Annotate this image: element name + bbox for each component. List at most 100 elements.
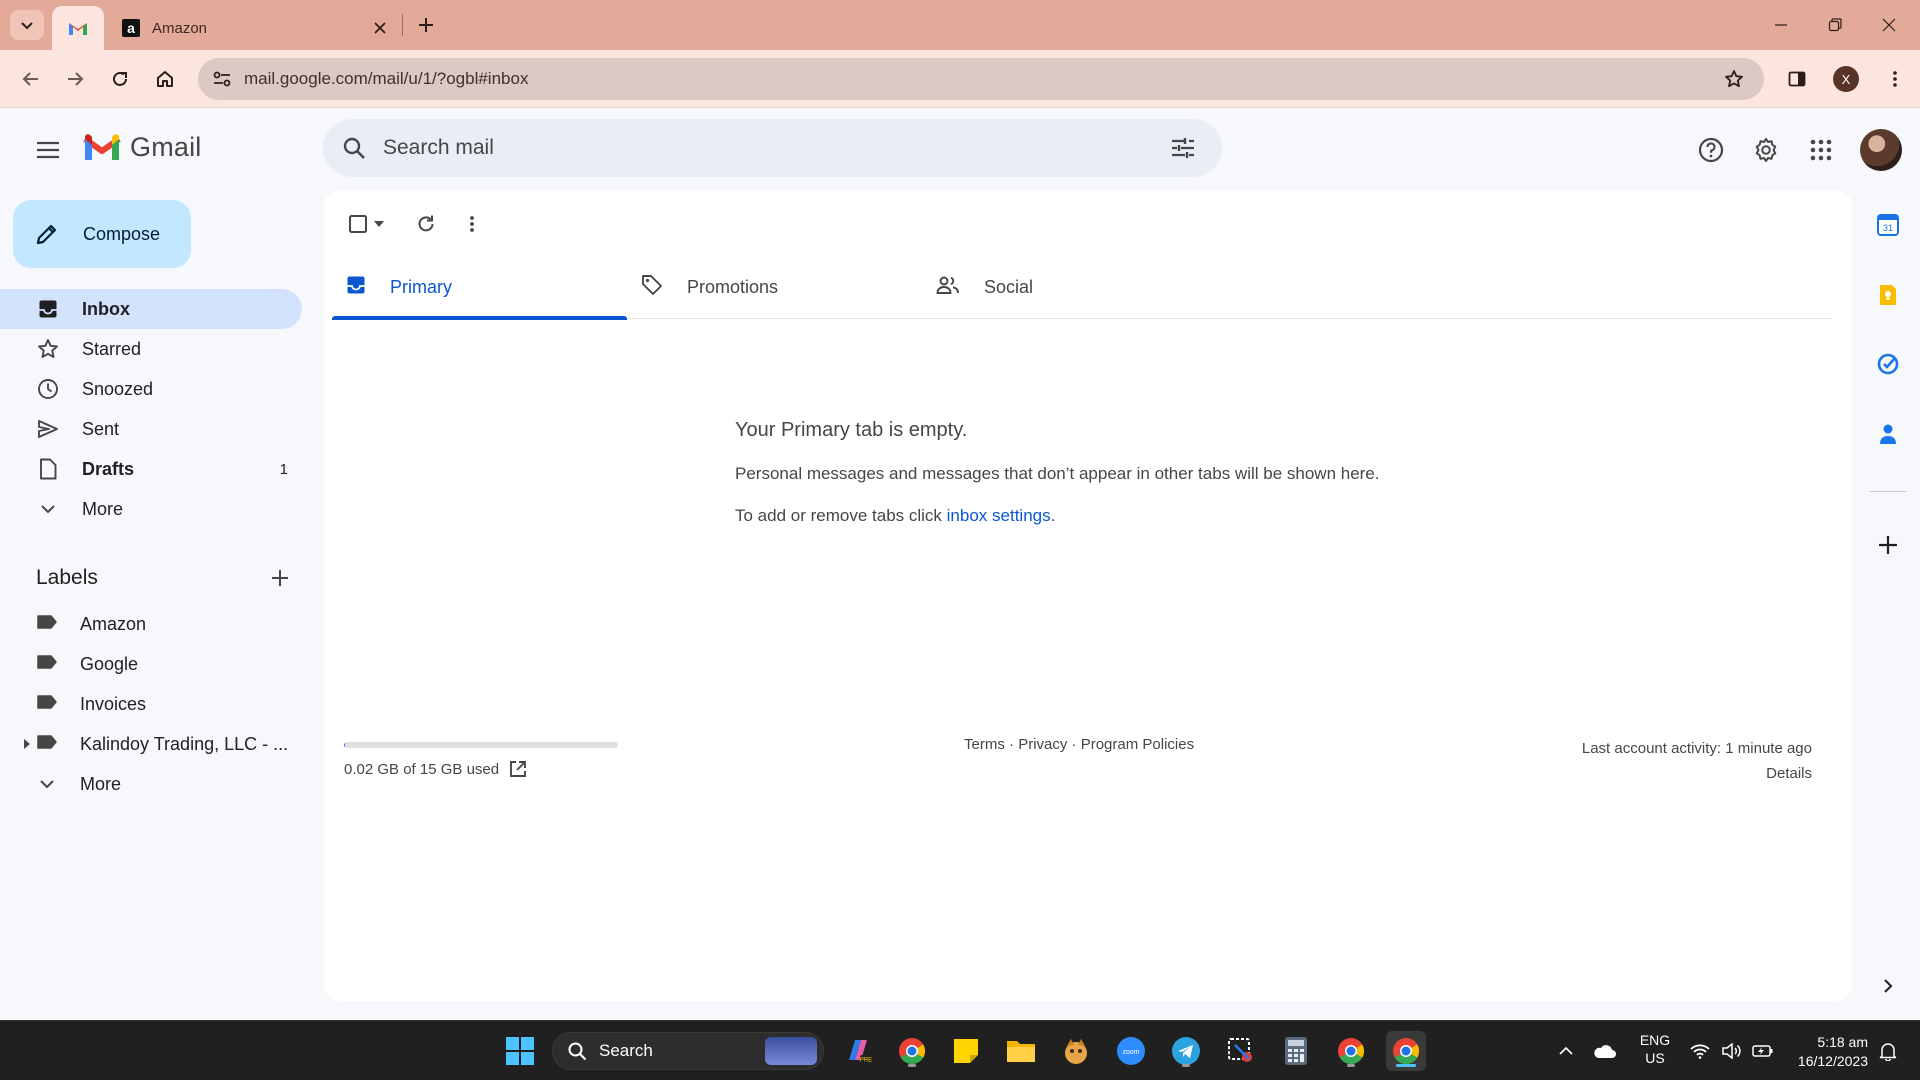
taskbar-telegram[interactable] xyxy=(1166,1031,1206,1071)
hide-side-panel-button[interactable] xyxy=(1868,966,1908,1006)
label-item-kalindoy[interactable]: Kalindoy Trading, LLC - ... xyxy=(0,724,302,764)
back-button[interactable] xyxy=(14,62,48,96)
tab-primary[interactable]: Primary xyxy=(332,256,627,320)
sidebar-item-inbox[interactable]: Inbox xyxy=(0,289,302,329)
browser-tab-amazon[interactable]: a Amazon xyxy=(112,6,402,50)
account-avatar[interactable] xyxy=(1860,129,1902,171)
taskbar-zoom[interactable]: zoom xyxy=(1111,1031,1151,1071)
create-label-button[interactable] xyxy=(262,560,298,596)
browser-tab-gmail[interactable] xyxy=(52,6,104,50)
forward-button[interactable] xyxy=(58,62,92,96)
manage-storage-button[interactable] xyxy=(509,760,527,778)
taskbar-app-character[interactable] xyxy=(1056,1031,1096,1071)
label-item-google[interactable]: Google xyxy=(0,644,302,684)
notifications-button[interactable] xyxy=(1870,1031,1906,1071)
main-menu-button[interactable] xyxy=(24,126,72,174)
cloud-icon xyxy=(1594,1045,1616,1058)
sidebar-item-sent[interactable]: Sent xyxy=(0,409,302,449)
amazon-icon: a xyxy=(122,19,140,37)
taskbar-calculator[interactable] xyxy=(1276,1031,1316,1071)
support-button[interactable] xyxy=(1687,126,1735,174)
search-input[interactable] xyxy=(383,136,1154,160)
taskbar-chrome-2[interactable] xyxy=(1331,1031,1371,1071)
compose-button[interactable]: Compose xyxy=(13,200,191,268)
privacy-link[interactable]: Privacy xyxy=(1018,736,1067,753)
gmail-logo[interactable]: Gmail xyxy=(82,132,202,163)
select-all-checkbox[interactable] xyxy=(340,204,392,244)
restore-button[interactable] xyxy=(1808,0,1862,50)
more-actions-button[interactable] xyxy=(452,204,492,244)
settings-button[interactable] xyxy=(1742,126,1790,174)
taskbar-search[interactable]: Search xyxy=(552,1032,824,1070)
search-button[interactable] xyxy=(325,136,383,160)
running-indicator xyxy=(1347,1064,1355,1067)
onedrive-button[interactable] xyxy=(1586,1031,1622,1071)
activity-details-link[interactable]: Details xyxy=(1582,761,1812,786)
tab-social[interactable]: Social xyxy=(922,256,1217,319)
terms-link[interactable]: Terms xyxy=(964,736,1005,753)
side-panel-button[interactable] xyxy=(1780,62,1814,96)
site-info-button[interactable] xyxy=(202,58,242,100)
close-tab-button[interactable] xyxy=(366,14,394,42)
close-window-button[interactable] xyxy=(1862,0,1916,50)
battery-icon xyxy=(1752,1045,1773,1057)
tag-icon xyxy=(641,274,663,301)
search-bar xyxy=(323,119,1222,177)
sidebar-item-more[interactable]: More xyxy=(0,489,302,529)
label-item-invoices[interactable]: Invoices xyxy=(0,684,302,724)
tab-search-button[interactable] xyxy=(10,10,44,40)
hint-suffix: . xyxy=(1050,506,1056,525)
side-panel-icon xyxy=(1788,71,1806,87)
app-character-icon xyxy=(1065,1039,1087,1064)
minimize-button[interactable] xyxy=(1754,0,1808,50)
taskbar-chrome-1[interactable] xyxy=(892,1031,932,1071)
draft-icon xyxy=(36,457,60,481)
browser-profile-avatar[interactable]: X xyxy=(1833,66,1859,92)
quick-settings-button[interactable] xyxy=(1684,1031,1780,1071)
taskbar-copilot[interactable]: PRE xyxy=(838,1031,878,1071)
unread-count: 1 xyxy=(279,460,288,478)
get-addons-button[interactable] xyxy=(1868,525,1908,565)
start-button[interactable] xyxy=(500,1031,540,1071)
calendar-button[interactable]: 31 xyxy=(1868,205,1908,245)
keep-button[interactable] xyxy=(1868,275,1908,315)
tasks-button[interactable] xyxy=(1868,344,1908,384)
sidebar-item-starred[interactable]: Starred xyxy=(0,329,302,369)
system-clock[interactable]: 5:18 am 16/12/2023 xyxy=(1780,1033,1868,1071)
windows-icon xyxy=(506,1037,534,1065)
taskbar-snipping-tool[interactable] xyxy=(1221,1031,1261,1071)
label-item-amazon[interactable]: Amazon xyxy=(0,604,302,644)
home-button[interactable] xyxy=(148,62,182,96)
svg-text:31: 31 xyxy=(1883,223,1893,233)
sidebar-item-label: Drafts xyxy=(82,458,135,479)
inbox-settings-link[interactable]: inbox settings xyxy=(947,506,1051,525)
bookmark-button[interactable] xyxy=(1714,59,1754,99)
search-options-button[interactable] xyxy=(1154,119,1212,177)
google-apps-button[interactable] xyxy=(1797,126,1845,174)
address-bar[interactable]: mail.google.com/mail/u/1/?ogbl#inbox xyxy=(198,58,1764,100)
people-icon xyxy=(936,275,960,300)
taskbar-sticky-notes[interactable] xyxy=(946,1031,986,1071)
windows-taskbar: Search PRE zoom ENG US 5:18 am 16/12/202… xyxy=(0,1020,1920,1080)
taskbar-file-explorer[interactable] xyxy=(1001,1031,1041,1071)
calendar-icon: 31 xyxy=(1877,214,1899,236)
label-name: Invoices xyxy=(80,693,147,714)
sidebar-item-label: Sent xyxy=(82,418,120,439)
sidebar-item-drafts[interactable]: Drafts 1 xyxy=(0,449,302,489)
language-indicator[interactable]: ENG US xyxy=(1630,1031,1680,1067)
expand-label-button[interactable] xyxy=(20,737,34,751)
sidebar-item-snoozed[interactable]: Snoozed xyxy=(0,369,302,409)
account-activity: Last account activity: 1 minute ago Deta… xyxy=(1582,736,1812,786)
close-icon xyxy=(1882,18,1896,32)
show-hidden-icons-button[interactable] xyxy=(1546,1031,1586,1071)
reload-button[interactable] xyxy=(103,62,137,96)
browser-menu-button[interactable] xyxy=(1878,62,1912,96)
gear-icon xyxy=(1755,138,1777,162)
labels-more[interactable]: More xyxy=(0,764,302,804)
contacts-button[interactable] xyxy=(1868,414,1908,454)
tab-promotions[interactable]: Promotions xyxy=(627,256,922,319)
refresh-button[interactable] xyxy=(402,204,450,244)
new-tab-button[interactable] xyxy=(410,10,442,40)
program-policies-link[interactable]: Program Policies xyxy=(1081,736,1194,753)
taskbar-chrome-3-active[interactable] xyxy=(1386,1031,1426,1071)
